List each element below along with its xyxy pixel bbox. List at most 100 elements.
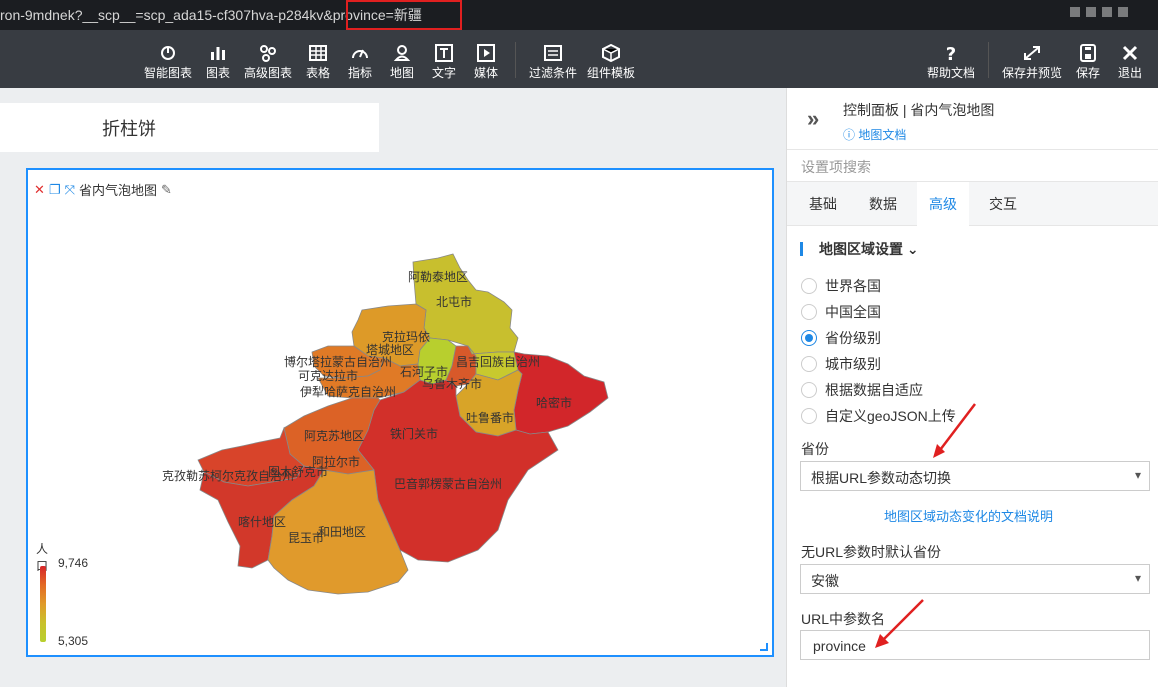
tab-data[interactable]: 数据 — [869, 194, 897, 214]
close-icon[interactable]: ✕ — [34, 182, 45, 198]
help-doc-button[interactable]: ? 帮助文档 — [926, 44, 976, 81]
advanced-chart-button[interactable]: 高级图表 — [244, 44, 292, 81]
smart-chart-icon — [161, 46, 175, 60]
collapse-chevrons-icon[interactable]: » — [807, 106, 819, 132]
chevron-down-icon: ⌄ — [906, 241, 919, 257]
toolbar-label: 帮助文档 — [926, 66, 975, 80]
save-preview-button[interactable]: 保存并预览 — [1001, 44, 1063, 81]
map-label: 伊犁哈萨克自治州 — [300, 385, 396, 399]
text-button[interactable]: 文字 — [431, 44, 457, 81]
toolbar-label: 保存并预览 — [1001, 66, 1062, 80]
smart-chart-button[interactable]: 智能图表 — [144, 44, 192, 81]
url-highlight-box — [346, 0, 462, 30]
map-label: 图木舒克市 — [268, 464, 328, 479]
copy-icon[interactable]: ❐ — [49, 182, 61, 198]
map-label: 北屯市 — [436, 294, 472, 309]
map-label: 和田地区 — [318, 525, 366, 539]
red-arrow-annotation — [933, 403, 976, 458]
url-param-input[interactable]: province — [800, 630, 1150, 660]
save-icon — [1080, 44, 1096, 62]
section-title[interactable]: 地图区域设置 ⌄ — [800, 242, 919, 256]
editor-toolbar: 智能图表 图表 高级图表 表格 指标 地图 文字 媒体 过滤条件 组件模板 ? … — [0, 30, 1158, 88]
toolbar-label: 媒体 — [473, 66, 498, 80]
browser-extension-icons — [1064, 4, 1128, 20]
tab-interaction[interactable]: 交互 — [989, 194, 1017, 214]
map-label: 铁门关市 — [390, 426, 438, 441]
map-label: 克拉玛依 — [382, 329, 430, 344]
map-card-header: ✕ ❐ ⤧ 省内气泡地图 ✎ — [34, 180, 172, 199]
map-card[interactable]: 阿勒泰地区 北屯市 克拉玛依 塔城地区 博尔塔拉蒙古自治州 可克达拉市 伊犁哈萨… — [26, 168, 774, 657]
title-card[interactable]: 折柱饼 — [0, 103, 379, 152]
radio-circle-icon — [801, 304, 817, 320]
map-card-title: 省内气泡地图 — [78, 183, 157, 198]
red-arrow-annotation — [875, 599, 924, 648]
legend-min: 5,305 — [58, 634, 89, 648]
radio-circle-icon — [801, 408, 817, 424]
radio-label: 省份级别 — [825, 330, 881, 346]
template-icon — [602, 44, 620, 62]
toolbar-label: 表格 — [305, 66, 330, 80]
chart-button[interactable]: 图表 — [205, 44, 231, 81]
filter-icon — [544, 45, 562, 61]
advanced-chart-icon — [260, 45, 276, 62]
radio-label: 根据数据自适应 — [825, 382, 923, 398]
map-doc-link[interactable]: ⓘ 地图文档 — [843, 126, 1158, 143]
bar-chart-icon — [211, 47, 225, 60]
toolbar-divider — [515, 42, 516, 78]
toolbar-label: 智能图表 — [144, 66, 193, 80]
legend-gradient-bar[interactable] — [40, 566, 46, 642]
toolbar-label: 保存 — [1075, 66, 1100, 80]
media-button[interactable]: 媒体 — [473, 44, 499, 81]
default-province-label: 无URL参数时默认省份 — [801, 544, 942, 560]
default-province-select[interactable]: 安徽 ▾ — [800, 564, 1150, 594]
dynamic-region-doc-link[interactable]: 地图区域动态变化的文档说明 — [884, 506, 1053, 525]
gauge-icon — [352, 49, 368, 59]
toolbar-label: 高级图表 — [244, 66, 293, 80]
radio-label: 世界各国 — [825, 278, 881, 294]
resize-handle[interactable] — [760, 643, 768, 651]
table-button[interactable]: 表格 — [305, 44, 331, 81]
filter-button[interactable]: 过滤条件 — [529, 44, 577, 81]
map-label: 昌吉回族自治州 — [456, 355, 540, 369]
section-title-text: 地图区域设置 — [819, 241, 903, 257]
province-map: 阿勒泰地区 北屯市 克拉玛依 塔城地区 博尔塔拉蒙古自治州 可克达拉市 伊犁哈萨… — [162, 253, 609, 595]
fullscreen-icon[interactable]: ⤧ — [65, 182, 75, 198]
save-button[interactable]: 保存 — [1075, 44, 1101, 81]
control-panel: » 控制面板 | 省内气泡地图 ⓘ 地图文档 设置项搜索 基础 数据 高级 交互… — [786, 88, 1158, 687]
radio-adaptive[interactable]: 根据数据自适应 — [801, 380, 923, 400]
panel-header: » 控制面板 | 省内气泡地图 ⓘ 地图文档 — [787, 88, 1158, 150]
panel-tabs: 基础 数据 高级 交互 — [787, 182, 1158, 226]
toolbar-label: 文字 — [431, 66, 456, 80]
close-icon — [1122, 45, 1138, 61]
province-label: 省份 — [801, 441, 829, 457]
radio-city[interactable]: 城市级别 — [801, 354, 881, 374]
edit-pencil-icon[interactable]: ✎ — [161, 182, 172, 198]
map-label: 乌鲁木齐市 — [422, 376, 482, 391]
exit-button[interactable]: 退出 — [1117, 44, 1143, 81]
province-select[interactable]: 根据URL参数动态切换 ▾ — [800, 461, 1150, 491]
map-button[interactable]: 地图 — [389, 44, 415, 81]
radio-label: 城市级别 — [825, 356, 881, 372]
url-bar[interactable]: ron-9mdnek?__scp__=scp_ada15-cf307hva-p2… — [0, 0, 1158, 30]
radio-china[interactable]: 中国全国 — [801, 302, 881, 322]
radio-circle-icon — [801, 356, 817, 372]
map-label: 吐鲁番市 — [466, 410, 514, 425]
toolbar-label: 指标 — [347, 66, 372, 80]
map-label: 哈密市 — [536, 395, 572, 410]
metric-button[interactable]: 指标 — [347, 44, 373, 81]
tab-basic[interactable]: 基础 — [809, 194, 837, 214]
radio-checked-icon — [801, 330, 817, 346]
map-label: 博尔塔拉蒙古自治州 — [284, 354, 392, 369]
template-button[interactable]: 组件模板 — [587, 44, 635, 81]
settings-search-input[interactable]: 设置项搜索 — [787, 150, 1158, 182]
radio-world[interactable]: 世界各国 — [801, 276, 881, 296]
toolbar-label: 退出 — [1117, 66, 1142, 80]
toolbar-label: 组件模板 — [587, 66, 636, 80]
toolbar-label: 地图 — [389, 66, 414, 80]
map-label: 昆玉市 — [288, 530, 324, 545]
map-label: 可克达拉市 — [298, 368, 358, 383]
tab-advanced[interactable]: 高级 — [917, 182, 969, 226]
default-select-value: 安徽 — [811, 573, 839, 589]
radio-province[interactable]: 省份级别 — [801, 328, 881, 348]
map-doc-label: 地图文档 — [858, 128, 907, 142]
